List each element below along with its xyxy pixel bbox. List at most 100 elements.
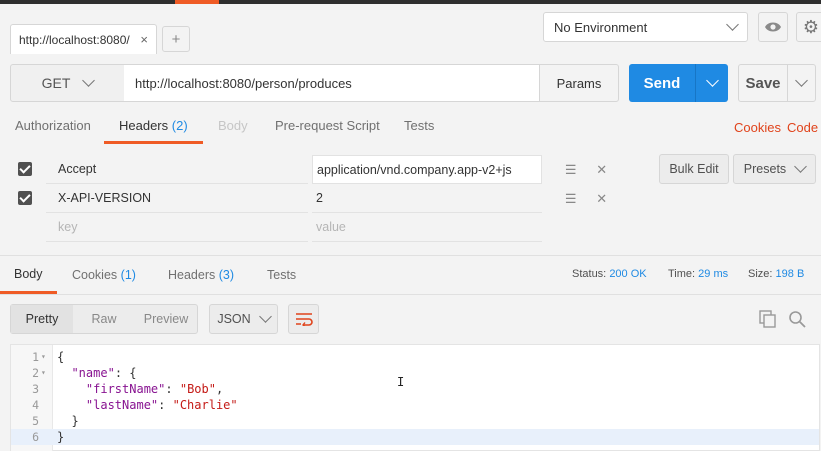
search-icon[interactable] xyxy=(788,310,806,328)
wrap-lines-button[interactable] xyxy=(288,304,319,334)
drag-handle-icon[interactable]: ☰ xyxy=(565,162,577,178)
line-number: 5 xyxy=(32,414,39,428)
code-link[interactable]: Code xyxy=(787,112,818,144)
tab-headers[interactable]: Headers (2) xyxy=(104,112,203,144)
response-size: Size: 198 B xyxy=(748,256,804,292)
url-text: http://localhost:8080/person/produces xyxy=(135,75,352,91)
params-label: Params xyxy=(556,75,602,91)
line-number: 3 xyxy=(32,382,39,396)
header-row-empty: key value xyxy=(10,213,545,242)
eye-icon xyxy=(765,22,781,32)
code-text: } xyxy=(57,430,65,444)
bulk-edit-label: Bulk Edit xyxy=(669,162,719,176)
view-pretty[interactable]: Pretty xyxy=(11,305,73,333)
response-tab-body[interactable]: Body xyxy=(0,256,57,294)
time-label: Time: xyxy=(668,268,696,280)
close-icon[interactable]: × xyxy=(140,32,148,47)
fold-arrow-icon[interactable]: ▾ xyxy=(41,349,46,365)
delete-icon[interactable]: ✕ xyxy=(596,162,607,178)
view-raw[interactable]: Raw xyxy=(73,305,135,333)
header-key-input[interactable]: Accept xyxy=(46,155,308,184)
header-key-placeholder[interactable]: key xyxy=(46,213,308,242)
response-tab-headers-count: (3) xyxy=(218,268,235,282)
checkbox-checked-icon[interactable] xyxy=(18,191,32,205)
chevron-down-icon xyxy=(726,18,739,31)
format-select[interactable]: JSON xyxy=(209,304,278,334)
method-select[interactable]: GET xyxy=(10,64,125,102)
checkbox-checked-icon[interactable] xyxy=(18,162,32,176)
mouse-cursor: I xyxy=(397,375,405,389)
send-dropdown[interactable] xyxy=(696,74,728,87)
tab-authorization[interactable]: Authorization xyxy=(15,112,91,144)
chevron-down-icon xyxy=(258,310,272,323)
code-line: 1 ▾ { xyxy=(11,349,819,365)
save-dropdown[interactable] xyxy=(788,74,815,87)
header-value-placeholder[interactable]: value xyxy=(312,213,542,242)
status-value: 200 OK xyxy=(609,268,647,280)
response-tab-cookies[interactable]: Cookies (1) xyxy=(72,256,136,294)
response-tab-cookies-count: (1) xyxy=(120,268,136,282)
code-line: 4 "lastName": "Charlie" xyxy=(11,397,819,413)
response-tab-headers[interactable]: Headers (3) xyxy=(168,256,234,294)
size-label: Size: xyxy=(748,268,773,280)
code-line: 6} xyxy=(11,429,819,445)
code-text: "firstName": "Bob", xyxy=(85,382,224,396)
send-button[interactable]: Send xyxy=(629,64,728,102)
copy-icon[interactable] xyxy=(759,310,777,328)
header-key-input[interactable]: X-API-VERSION xyxy=(46,184,308,213)
view-preview[interactable]: Preview xyxy=(135,305,197,333)
code-line: 5 } xyxy=(11,413,819,429)
delete-icon[interactable]: ✕ xyxy=(596,191,607,207)
chevron-down-icon xyxy=(794,160,808,173)
response-body-editor[interactable]: 1 ▾{2 ▾ "name": {3 "firstName": "Bob", 4 "l… xyxy=(10,344,820,451)
line-number: 6 xyxy=(32,430,39,444)
time-value: 29 ms xyxy=(698,268,729,280)
plus-icon: + xyxy=(171,30,181,48)
manage-environments-button[interactable]: ⚙ xyxy=(796,12,821,42)
fold-arrow-icon[interactable]: ▾ xyxy=(41,365,46,381)
method-label: GET xyxy=(41,75,71,91)
environment-quick-look-button[interactable] xyxy=(758,12,788,42)
response-status: Status: 200 OK xyxy=(572,256,647,292)
chevron-down-icon xyxy=(82,74,96,87)
response-tabs: Body Cookies (1) Headers (3) Tests Statu… xyxy=(0,255,821,295)
save-label: Save xyxy=(745,74,781,92)
response-tab-cookies-label: Cookies xyxy=(72,268,118,282)
header-row-actions: ☰ ✕ xyxy=(555,184,617,213)
gear-icon: ⚙ xyxy=(802,16,820,37)
tab-body[interactable]: Body xyxy=(218,112,248,144)
tab-prerequest-script[interactable]: Pre-request Script xyxy=(275,112,380,144)
cookies-link[interactable]: Cookies xyxy=(734,112,781,144)
header-row: X-API-VERSION 2 xyxy=(10,184,545,213)
response-tab-headers-label: Headers xyxy=(168,268,216,282)
request-tabs: Authorization Headers (2) Body Pre-reque… xyxy=(0,112,821,144)
format-label: JSON xyxy=(217,312,251,326)
line-number: 4 xyxy=(32,398,39,412)
code-text: } xyxy=(57,414,79,428)
environment-select[interactable]: No Environment xyxy=(543,12,748,42)
url-input[interactable]: http://localhost:8080/person/produces xyxy=(124,64,540,102)
tab-headers-count: (2) xyxy=(171,118,188,133)
code-text: "lastName": "Charlie" xyxy=(85,398,238,412)
header-row-actions: ☰ ✕ xyxy=(555,155,617,184)
tab-headers-label: Headers xyxy=(119,118,169,133)
request-tab[interactable]: http://localhost:8080/ × xyxy=(10,24,157,54)
send-label: Send xyxy=(643,74,681,92)
response-tab-tests[interactable]: Tests xyxy=(267,256,296,294)
line-number: 2 xyxy=(32,366,39,380)
header-value-input[interactable]: application/vnd.company.app-v2+js xyxy=(312,155,542,184)
request-tab-label: http://localhost:8080/ xyxy=(19,32,130,47)
response-view-tabs: Pretty Raw Preview xyxy=(10,304,198,334)
save-button[interactable]: Save xyxy=(738,64,816,102)
chevron-down-icon xyxy=(705,74,719,87)
code-text: "name": { xyxy=(71,366,137,380)
params-button[interactable]: Params xyxy=(539,64,619,102)
size-value: 198 B xyxy=(775,268,805,280)
header-value-input[interactable]: 2 xyxy=(312,184,542,213)
bulk-edit-button[interactable]: Bulk Edit xyxy=(659,154,729,184)
tab-tests[interactable]: Tests xyxy=(404,112,434,144)
new-tab-button[interactable]: + xyxy=(162,26,190,52)
code-text: { xyxy=(57,350,65,364)
presets-dropdown[interactable]: Presets xyxy=(733,154,816,184)
drag-handle-icon[interactable]: ☰ xyxy=(565,191,577,207)
